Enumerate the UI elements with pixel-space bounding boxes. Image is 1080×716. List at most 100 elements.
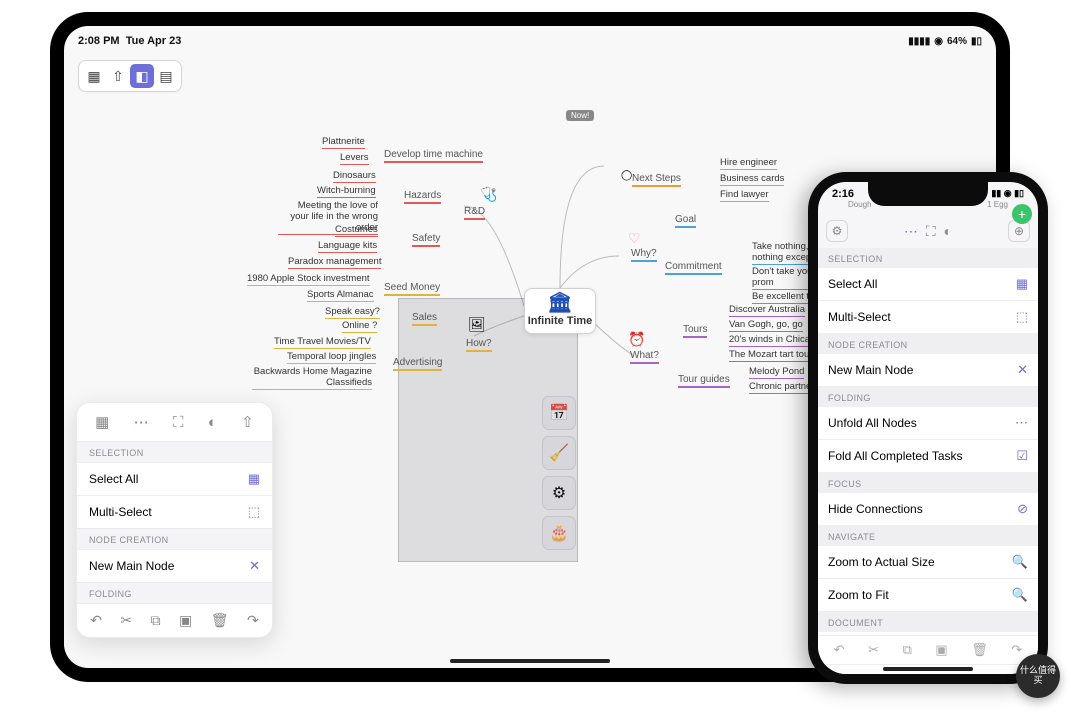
select-all-button[interactable]: Select All▦ <box>818 268 1038 301</box>
iphone-screen: 2:16 ▮▮ ◉ ▮▯ + Dough1 Egg ⚙ ⋯ ⛶ ◐ ⊕ SELE… <box>818 182 1038 674</box>
section-focus: FOCUS <box>818 473 1038 493</box>
node-dinos[interactable]: Dinosaurs <box>333 170 376 183</box>
section-selection: SELECTION <box>77 441 272 462</box>
add-button[interactable]: + <box>1012 204 1032 224</box>
hide-connections-button[interactable]: Hide Connections⊘ <box>818 493 1038 526</box>
status-icons: ▮▮ ◉ ▮▯ <box>991 188 1024 200</box>
branch-sales[interactable]: Sales <box>412 312 437 326</box>
popover-tabs: ▦ ⋯ ⛶ ◐ ⇧ <box>77 403 272 441</box>
new-main-node-button[interactable]: New Main Node✕ <box>818 354 1038 387</box>
home-indicator <box>883 667 973 671</box>
node-icon: ✕ <box>249 558 260 574</box>
new-main-node-button[interactable]: New Main Node✕ <box>77 549 272 582</box>
branch-next[interactable]: Next Steps <box>632 173 681 187</box>
copy-icon[interactable]: ⧉ <box>151 612 161 629</box>
section-node-creation: NODE CREATION <box>77 528 272 549</box>
node-levers[interactable]: Levers <box>340 152 369 165</box>
trash-icon[interactable]: 🗑 <box>211 612 229 629</box>
node-witch[interactable]: Witch-burning <box>317 185 376 198</box>
redo-icon[interactable]: ↷ <box>1011 642 1022 658</box>
branch-adv[interactable]: Advertising <box>393 357 442 371</box>
node-almanac[interactable]: Sports Almanac <box>307 289 374 302</box>
copy-icon[interactable]: ⧉ <box>903 642 912 658</box>
section-folding: FOLDING <box>77 582 272 603</box>
clock-icon: ⏰ <box>628 331 645 348</box>
node-lawyer[interactable]: Find lawyer <box>720 189 769 202</box>
node-jingles[interactable]: Temporal loop jingles <box>287 351 376 364</box>
center-title: Infinite Time <box>525 315 595 327</box>
multi-select-button[interactable]: Multi-Select⬚ <box>77 495 272 528</box>
node-chicago[interactable]: 20's winds in Chicago <box>729 334 821 347</box>
check-icon: ☑ <box>1016 448 1028 464</box>
node-costume[interactable]: Costumes <box>335 224 378 237</box>
trash-icon[interactable]: 🗑 <box>971 642 988 658</box>
branch-why[interactable]: Why? <box>631 248 657 262</box>
node-cards[interactable]: Business cards <box>720 173 784 186</box>
paste-icon[interactable]: ▣ <box>935 642 947 658</box>
unfold-all-button[interactable]: Unfold All Nodes⋯ <box>818 407 1038 440</box>
branch-safety[interactable]: Safety <box>412 233 440 247</box>
palette-icon[interactable]: ◐ <box>208 414 217 431</box>
hide-icon: ⊘ <box>1017 501 1028 517</box>
branch-seed[interactable]: Seed Money <box>384 282 440 296</box>
branch-rd[interactable]: R&D <box>464 206 485 220</box>
share-icon[interactable]: ⇧ <box>241 413 254 431</box>
now-badge: Now! <box>566 110 594 121</box>
multi-select-icon: ⬚ <box>1016 309 1028 325</box>
undo-icon[interactable]: ↶ <box>90 612 102 629</box>
image-icon[interactable]: ⛶ <box>173 414 184 431</box>
node-movies[interactable]: Time Travel Movies/TV <box>274 336 371 349</box>
branch-tours[interactable]: Tours <box>683 324 707 338</box>
node-gogh[interactable]: Van Gogh, go, go <box>729 319 803 332</box>
watermark-badge: 什么值得买 <box>1016 654 1060 698</box>
magnify-icon: 🔍 <box>1012 554 1028 570</box>
branch-commit[interactable]: Commitment <box>665 261 722 275</box>
node-hire[interactable]: Hire engineer <box>720 157 777 170</box>
cut-icon[interactable]: ✂ <box>120 612 132 629</box>
paste-icon[interactable]: ▣ <box>179 612 192 629</box>
settings-icon[interactable]: ⚙ <box>826 220 848 242</box>
select-all-icon: ▦ <box>1016 276 1028 292</box>
status-time: 2:16 <box>832 188 854 200</box>
branch-how[interactable]: How? <box>466 338 492 352</box>
fold-completed-button[interactable]: Fold All Completed Tasks☑ <box>818 440 1038 473</box>
ellipsis-icon[interactable]: ⋯ <box>904 223 918 240</box>
branch-guides[interactable]: Tour guides <box>678 374 730 388</box>
node-classifieds[interactable]: Backwards Home Magazine Classifieds <box>252 366 372 390</box>
branch-goal[interactable]: Goal <box>675 214 696 228</box>
iphone-toolbar: ⚙ ⋯ ⛶ ◐ ⊕ <box>818 214 1038 248</box>
undo-icon[interactable]: ↶ <box>834 642 845 658</box>
branch-what[interactable]: What? <box>630 350 659 364</box>
node-aus[interactable]: Discover Australia <box>729 304 805 317</box>
zoom-fit-button[interactable]: Zoom to Fit🔍 <box>818 579 1038 612</box>
palette-icon[interactable]: ◐ <box>944 223 952 239</box>
section-folding: FOLDING <box>818 387 1038 407</box>
multi-select-icon: ⬚ <box>248 504 260 520</box>
section-selection: SELECTION <box>818 248 1038 268</box>
circle-icon: ◯ <box>621 170 632 181</box>
iphone-bottom-tools: ↶ ✂ ⧉ ▣ 🗑 ↷ <box>818 635 1038 664</box>
section-node-creation: NODE CREATION <box>818 334 1038 354</box>
node-online[interactable]: Online ? <box>342 320 377 333</box>
zoom-actual-button[interactable]: Zoom to Actual Size🔍 <box>818 546 1038 579</box>
node-melody[interactable]: Melody Pond <box>749 366 804 379</box>
node-plattnerite[interactable]: Plattnerite <box>322 136 365 149</box>
ellipsis-icon[interactable]: ⋯ <box>134 413 149 431</box>
image-icon[interactable]: ⛶ <box>926 223 936 240</box>
branch-hazards[interactable]: Hazards <box>404 190 441 204</box>
node-apple[interactable]: 1980 Apple Stock investment <box>247 273 370 286</box>
cut-icon[interactable]: ✂ <box>868 642 879 658</box>
grid-icon[interactable]: ▦ <box>95 413 109 431</box>
node-lang[interactable]: Language kits <box>318 240 377 253</box>
iphone-frame: 2:16 ▮▮ ◉ ▮▯ + Dough1 Egg ⚙ ⋯ ⛶ ◐ ⊕ SELE… <box>808 172 1048 684</box>
node-mozart[interactable]: The Mozart tart tour <box>729 349 812 362</box>
redo-icon[interactable]: ↷ <box>247 612 259 629</box>
node-paradox[interactable]: Paradox management <box>288 256 381 269</box>
section-navigate: NAVIGATE <box>818 526 1038 546</box>
node-speakeasy[interactable]: Speak easy? <box>325 306 380 319</box>
multi-select-button[interactable]: Multi-Select⬚ <box>818 301 1038 334</box>
select-all-button[interactable]: Select All▦ <box>77 462 272 495</box>
section-document: DOCUMENT <box>818 612 1038 632</box>
center-node[interactable]: 🏛 Infinite Time <box>524 288 596 334</box>
branch-dev[interactable]: Develop time machine <box>384 149 483 163</box>
